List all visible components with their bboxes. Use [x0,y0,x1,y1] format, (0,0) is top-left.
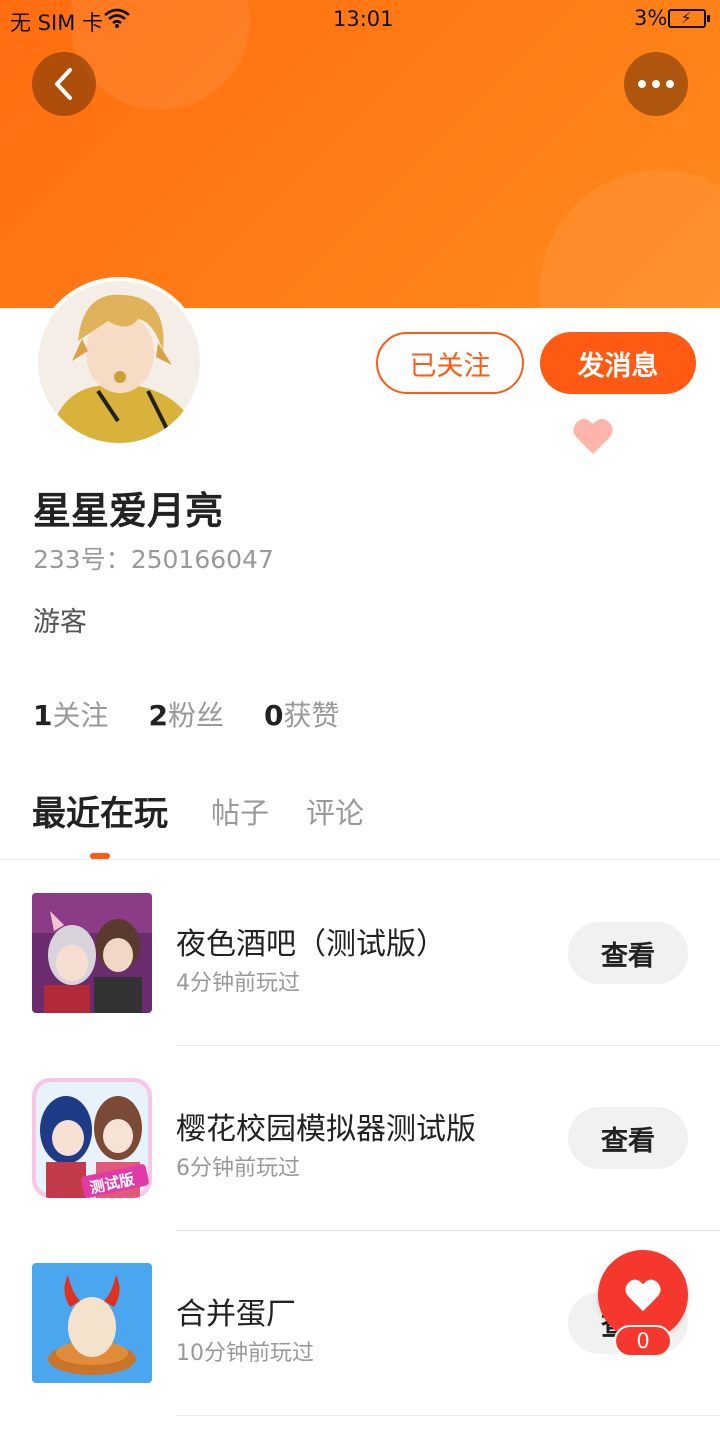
tab-posts[interactable]: 帖子 [211,790,269,832]
tab-comments[interactable]: 评论 [306,790,364,832]
stat-likes[interactable]: 0获赞 [264,694,340,734]
followed-button[interactable]: 已关注 [376,332,524,394]
battery-percent: 3% [634,6,668,30]
last-played-time: 6分钟前玩过 [176,1156,300,1181]
last-played-time: 10分钟前玩过 [176,1341,314,1366]
username: 星星爱月亮 [33,489,224,533]
avatar[interactable] [34,277,204,447]
status-bar: 无 SIM 卡 13:01 3% ⚡ [0,0,720,38]
game-icon [32,893,152,1013]
carrier-text: 无 SIM 卡 [10,11,103,35]
stat-fans[interactable]: 2粉丝 [149,694,225,734]
game-icon [32,1263,152,1383]
heart-icon [625,1279,661,1312]
battery-icon: ⚡ [668,9,710,28]
game-name: 夜色酒吧（测试版） [176,927,446,962]
user-role: 游客 [33,607,87,638]
avatar-image [38,281,200,443]
profile-header-banner [0,0,720,308]
banner-decoration [540,170,720,308]
profile-tabs: 最近在玩 帖子 评论 [0,790,720,860]
list-item[interactable]: 测试版 樱花校园模拟器测试版 6分钟前玩过 查看 [0,1046,720,1231]
send-message-button[interactable]: 发消息 [540,332,696,394]
view-button[interactable]: 查看 [568,1107,688,1169]
clock: 13:01 [333,7,394,31]
last-played-time: 4分钟前玩过 [176,971,300,996]
divider [176,1415,720,1416]
game-name: 合并蛋厂 [176,1297,296,1332]
tab-recently-played[interactable]: 最近在玩 [32,786,168,835]
user-id: 233号：250166047 [33,545,274,574]
more-dots-icon [638,80,674,88]
back-button[interactable] [32,52,96,116]
like-count-badge: 0 [614,1325,672,1357]
more-button[interactable] [624,52,688,116]
game-icon: 测试版 [32,1078,152,1198]
heart-icon[interactable] [572,416,614,456]
wifi-icon [104,8,130,28]
list-item[interactable]: 夜色酒吧（测试版） 4分钟前玩过 查看 [0,861,720,1046]
stat-following[interactable]: 1关注 [33,694,109,734]
game-name: 樱花校园模拟器测试版 [176,1112,476,1147]
back-arrow-icon [55,68,72,100]
view-button[interactable]: 查看 [568,922,688,984]
profile-stats: 1关注 2粉丝 0获赞 [33,694,340,734]
active-tab-indicator [90,853,110,859]
